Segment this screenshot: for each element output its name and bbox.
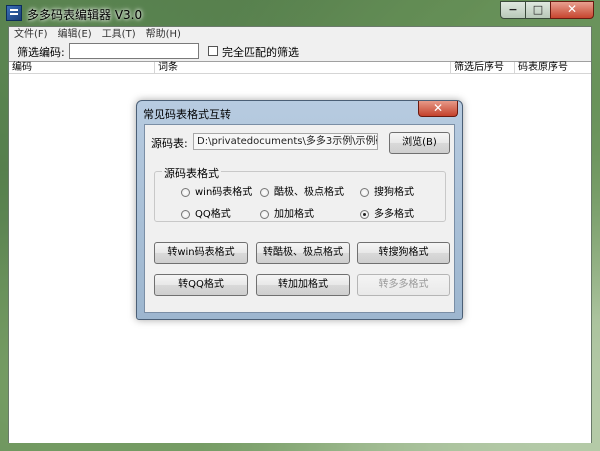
menu-edit[interactable]: 编辑(E)	[53, 27, 97, 42]
maximize-icon: □	[532, 3, 544, 16]
convert-duoduo-button: 转多多格式	[357, 274, 450, 296]
close-button[interactable]: ✕	[550, 1, 594, 19]
radio-indicator	[360, 188, 369, 197]
column-header-code[interactable]: 编码	[9, 62, 155, 73]
caption-buttons: − □ ✕	[500, 1, 594, 20]
radio-indicator	[181, 210, 190, 219]
radio-indicator	[260, 188, 269, 197]
group-title: 源码表格式	[162, 165, 221, 181]
dialog-client-area: 源码表: D:\privatedocuments\多多3示例\示例码表.txt …	[144, 124, 455, 313]
dialog-title: 常见码表格式互转	[143, 108, 231, 121]
convert-sogou-button[interactable]: 转搜狗格式	[357, 242, 450, 264]
radio-indicator	[181, 188, 190, 197]
title-bar[interactable]: 多多码表编辑器 V3.0 − □ ✕	[0, 0, 600, 26]
column-header-filtered-index[interactable]: 筛选后序号	[451, 62, 515, 73]
convert-kuji-jidian-button[interactable]: 转酷极、极点格式	[256, 242, 350, 264]
source-path-field[interactable]: D:\privatedocuments\多多3示例\示例码表.txt	[193, 133, 378, 150]
filter-label: 筛选编码:	[17, 46, 65, 59]
browse-button[interactable]: 浏览(B)	[389, 132, 450, 154]
radio-label: 搜狗格式	[374, 187, 414, 198]
source-format-group: 源码表格式 win码表格式 酷极、极点格式 搜狗格式 QQ格式 加加格式 多多格…	[154, 165, 446, 222]
menu-bar: 文件(F) 编辑(E) 工具(T) 帮助(H)	[9, 27, 591, 42]
list-header: 编码 词条 筛选后序号 码表原序号	[9, 62, 591, 74]
exact-match-label[interactable]: 完全匹配的筛选	[222, 44, 299, 60]
minimize-button[interactable]: −	[500, 1, 526, 19]
convert-jiajia-button[interactable]: 转加加格式	[256, 274, 350, 296]
radio-indicator	[260, 210, 269, 219]
radio-label: QQ格式	[195, 209, 231, 220]
menu-tools[interactable]: 工具(T)	[97, 27, 141, 42]
convert-qq-button[interactable]: 转QQ格式	[154, 274, 248, 296]
menu-file[interactable]: 文件(F)	[9, 27, 53, 42]
window-title: 多多码表编辑器 V3.0	[27, 8, 143, 22]
column-header-original-index[interactable]: 码表原序号	[515, 62, 591, 73]
maximize-button[interactable]: □	[525, 1, 551, 19]
convert-win-button[interactable]: 转win码表格式	[154, 242, 248, 264]
app-icon	[6, 5, 22, 21]
radio-label: 酷极、极点格式	[274, 187, 344, 198]
radio-indicator	[360, 210, 369, 219]
dialog-close-button[interactable]: ✕	[418, 101, 458, 117]
filter-bar: 筛选编码: 完全匹配的筛选	[9, 42, 591, 61]
source-label: 源码表:	[151, 137, 188, 150]
menu-help[interactable]: 帮助(H)	[141, 27, 186, 42]
exact-match-checkbox[interactable]	[208, 46, 218, 56]
close-icon: ✕	[432, 101, 444, 115]
filter-code-input[interactable]	[69, 43, 199, 59]
radio-label: 加加格式	[274, 209, 314, 220]
radio-label: 多多格式	[374, 209, 414, 220]
column-header-entry[interactable]: 词条	[155, 62, 451, 73]
close-icon: ✕	[566, 2, 578, 16]
format-convert-dialog: 常见码表格式互转 ✕ 源码表: D:\privatedocuments\多多3示…	[136, 100, 463, 320]
radio-label: win码表格式	[195, 187, 253, 198]
minimize-icon: −	[508, 3, 518, 16]
